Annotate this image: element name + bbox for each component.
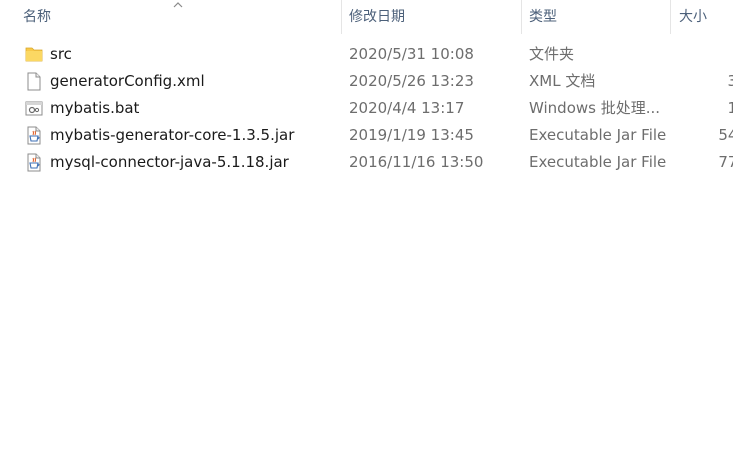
file-size: 772 <box>718 153 733 171</box>
file-size: 543 <box>718 126 733 144</box>
column-header-bar: 名称 修改日期 类型 大小 <box>0 0 733 34</box>
file-date: 2020/5/31 10:08 <box>349 45 474 63</box>
column-divider[interactable] <box>521 0 522 34</box>
column-header-date[interactable]: 修改日期 <box>349 0 514 34</box>
jar-file-icon <box>27 126 41 145</box>
file-row-mysql-connector[interactable]: mysql-connector-java-5.1.18.jar 2016/11/… <box>0 149 733 176</box>
file-size: 3 <box>727 72 733 90</box>
file-type: Executable Jar File <box>529 126 667 144</box>
file-row-mybatis-generator-core[interactable]: mybatis-generator-core-1.3.5.jar 2019/1/… <box>0 122 733 149</box>
file-name: mysql-connector-java-5.1.18.jar <box>50 153 289 171</box>
file-type: Executable Jar File <box>529 153 667 171</box>
column-divider[interactable] <box>341 0 342 34</box>
file-type: 文件夹 <box>529 45 575 63</box>
file-row-src[interactable]: src 2020/5/31 10:08 文件夹 <box>0 41 733 68</box>
folder-icon <box>25 47 43 62</box>
file-name: mybatis.bat <box>50 99 140 117</box>
file-date: 2019/1/19 13:45 <box>349 126 474 144</box>
column-header-type[interactable]: 类型 <box>529 0 664 34</box>
document-icon <box>27 72 41 91</box>
column-header-size[interactable]: 大小 <box>679 0 733 34</box>
file-name: src <box>50 45 72 63</box>
file-date: 2016/11/16 13:50 <box>349 153 484 171</box>
column-divider[interactable] <box>670 0 671 34</box>
file-row-mybatis-bat[interactable]: mybatis.bat 2020/4/4 13:17 Windows 批处理..… <box>0 95 733 122</box>
file-row-generatorconfig[interactable]: generatorConfig.xml 2020/5/26 13:23 XML … <box>0 68 733 95</box>
file-name: generatorConfig.xml <box>50 72 205 90</box>
file-date: 2020/4/4 13:17 <box>349 99 465 117</box>
file-type: XML 文档 <box>529 72 596 90</box>
file-size <box>672 41 733 68</box>
file-date: 2020/5/26 13:23 <box>349 72 474 90</box>
sort-ascending-icon <box>173 2 183 8</box>
file-name: mybatis-generator-core-1.3.5.jar <box>50 126 295 144</box>
file-type: Windows 批处理... <box>529 99 661 117</box>
jar-file-icon <box>27 153 41 172</box>
file-size: 1 <box>727 99 733 117</box>
batch-file-icon <box>25 101 43 116</box>
